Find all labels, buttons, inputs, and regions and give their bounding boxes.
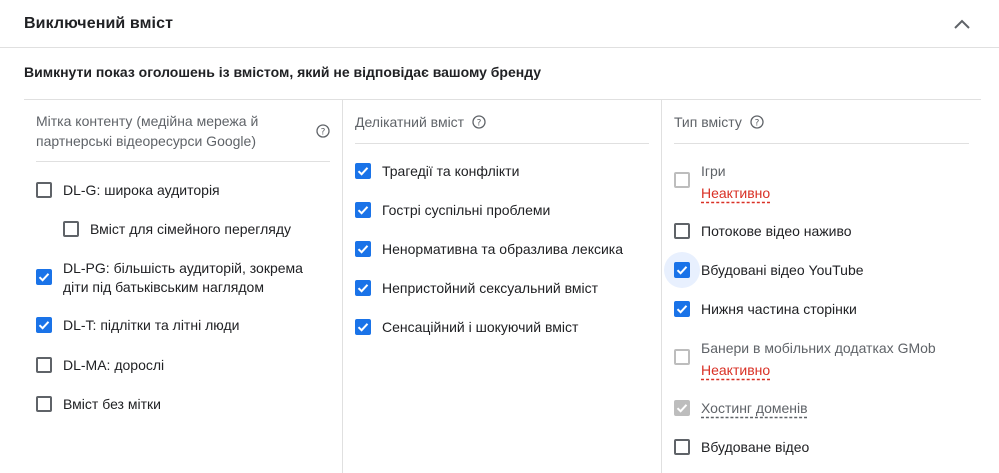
checkbox-unlabeled[interactable]: Вміст без мітки	[36, 395, 161, 414]
column-header: Тип вмісту ?	[674, 100, 969, 144]
checkbox-sexual[interactable]: Непристойний сексуальний вміст	[355, 279, 598, 298]
checkbox-label: Ігри	[701, 163, 726, 179]
help-icon[interactable]: ?	[316, 124, 330, 138]
check-icon	[357, 206, 369, 215]
checkbox-label: Трагедії та конфлікти	[382, 163, 520, 179]
checkbox[interactable]	[674, 301, 690, 317]
svg-text:?: ?	[477, 118, 482, 128]
checkbox-embedded-video[interactable]: Вбудоване відео	[674, 438, 809, 457]
checkbox-label: Вбудоване відео	[701, 439, 810, 455]
checkbox-embedded-youtube[interactable]: Вбудовані відео YouTube	[664, 252, 864, 288]
check-icon	[357, 167, 369, 176]
checkbox-label: DL-MA: дорослі	[63, 357, 165, 373]
chevron-up-icon	[954, 19, 970, 29]
checkbox[interactable]	[63, 221, 79, 237]
collapse-button[interactable]	[946, 8, 978, 40]
checkbox-label: DL-T: підлітки та літні люди	[63, 317, 240, 333]
column-heading: Тип вмісту	[674, 113, 742, 130]
svg-text:?: ?	[321, 127, 326, 137]
checkbox[interactable]	[674, 349, 690, 365]
column-header: Мітка контенту (медійна мережа й партнер…	[36, 100, 330, 162]
check-icon	[38, 273, 50, 282]
checkbox[interactable]	[674, 172, 690, 188]
checkbox-shocking[interactable]: Сенсаційний і шокуючий вміст	[355, 318, 578, 337]
help-icon[interactable]: ?	[472, 114, 486, 129]
checkbox-dl-pg[interactable]: DL-PG: більшість аудиторій, зокрема діти…	[36, 259, 313, 297]
checkbox-label: Банери в мобільних додатках GMob	[701, 340, 936, 356]
checkbox[interactable]	[355, 202, 371, 218]
help-icon[interactable]: ?	[750, 114, 764, 129]
checkbox[interactable]	[355, 241, 371, 257]
checkbox[interactable]	[36, 357, 52, 373]
checkbox[interactable]	[674, 223, 690, 239]
checkbox-dl-t[interactable]: DL-T: підлітки та літні люди	[36, 316, 239, 335]
section-description: Вимкнути показ оголошень із вмістом, яки…	[24, 64, 542, 80]
checkbox[interactable]	[355, 163, 371, 179]
content-label-column: Мітка контенту (медійна мережа й партнер…	[24, 100, 343, 473]
checkbox-live-stream[interactable]: Потокове відео наживо	[674, 222, 852, 241]
checkbox-label-group: Ігри Неактивно	[701, 162, 770, 203]
check-icon	[357, 323, 369, 332]
sensitive-content-column: Делікатний вміст ? Трагедії та конфлікти…	[343, 100, 662, 473]
checkbox[interactable]	[355, 280, 371, 296]
svg-text:?: ?	[754, 118, 759, 128]
check-icon	[38, 321, 50, 330]
checkbox-below-fold[interactable]: Нижня частина сторінки	[674, 300, 857, 319]
checkbox[interactable]	[674, 262, 690, 278]
checkbox[interactable]	[355, 319, 371, 335]
check-icon	[676, 305, 688, 314]
exclusion-columns: Мітка контенту (медійна мережа й партнер…	[24, 99, 981, 473]
checkbox[interactable]	[36, 269, 52, 285]
checkbox-domain-hosting[interactable]: Хостинг доменів	[674, 399, 808, 418]
section-title: Виключений вміст	[24, 14, 174, 32]
check-icon	[676, 404, 688, 413]
checkbox-label: Ненормативна та образлива лексика	[382, 241, 624, 257]
check-icon	[676, 266, 688, 275]
inactive-status[interactable]: Неактивно	[701, 184, 770, 203]
checkbox-label: Непристойний сексуальний вміст	[382, 280, 599, 296]
column-heading: Делікатний вміст	[355, 113, 465, 130]
section-header[interactable]: Виключений вміст	[0, 0, 999, 48]
inactive-status[interactable]: Неактивно	[701, 361, 936, 380]
check-icon	[357, 245, 369, 254]
checkbox-label: Потокове відео наживо	[701, 223, 852, 239]
column-heading: Мітка контенту (медійна мережа й партнер…	[36, 112, 259, 149]
checkbox-label: Хостинг доменів	[701, 400, 808, 416]
checkbox-label: Нижня частина сторінки	[701, 301, 857, 317]
checkbox[interactable]	[674, 439, 690, 455]
checkbox[interactable]	[36, 317, 52, 333]
checkbox-label: Вміст без мітки	[63, 396, 161, 412]
checkbox-label: Гострі суспільні проблеми	[382, 202, 551, 218]
checkbox-label: DL-G: широка аудиторія	[63, 182, 220, 198]
checkbox[interactable]	[36, 396, 52, 412]
checkbox[interactable]	[674, 400, 690, 416]
checkbox-family-content[interactable]: Вміст для сімейного перегляду	[63, 220, 291, 239]
check-icon	[357, 284, 369, 293]
checkbox-tragedy[interactable]: Трагедії та конфлікти	[355, 162, 519, 181]
checkbox-label: DL-PG: більшість аудиторій, зокрема діти…	[63, 260, 303, 295]
column-header: Делікатний вміст ?	[355, 100, 649, 144]
checkbox[interactable]	[36, 182, 52, 198]
checkbox-label: Вбудовані відео YouTube	[701, 262, 864, 278]
checkbox-profanity[interactable]: Ненормативна та образлива лексика	[355, 240, 623, 259]
checkbox-label-group: Банери в мобільних додатках GMob Неактив…	[701, 339, 936, 380]
checkbox-games[interactable]: Ігри Неактивно	[674, 162, 770, 203]
checkbox-dl-ma[interactable]: DL-MA: дорослі	[36, 356, 164, 375]
checkbox-mobile-banners[interactable]: Банери в мобільних додатках GMob Неактив…	[674, 339, 936, 380]
checkbox-dl-g[interactable]: DL-G: широка аудиторія	[36, 181, 220, 200]
checkbox-focus-wrap	[664, 252, 700, 288]
checkbox-social-issues[interactable]: Гострі суспільні проблеми	[355, 201, 550, 220]
content-type-column: Тип вмісту ? Ігри Неактивно Потокове від…	[662, 100, 981, 473]
checkbox-label: Сенсаційний і шокуючий вміст	[382, 319, 579, 335]
checkbox-label: Вміст для сімейного перегляду	[90, 221, 292, 237]
